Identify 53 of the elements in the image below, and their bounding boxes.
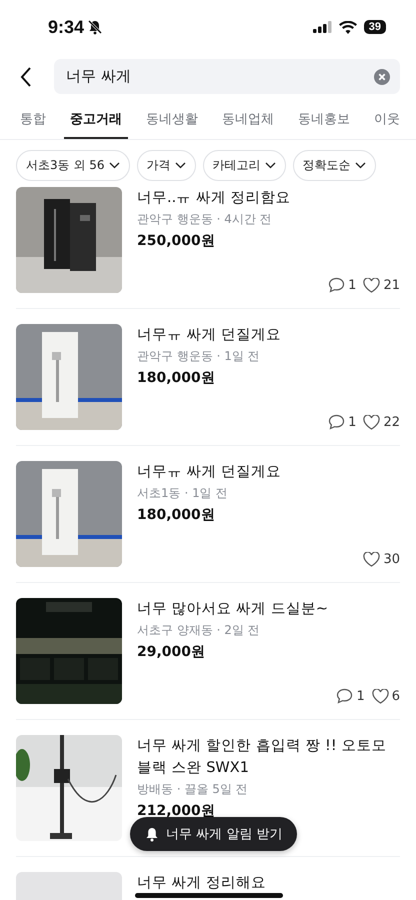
listing-title[interactable]: 너무 싸게 할인한 흡입력 짱 !! 오토모 블랙 스완 SWX1 xyxy=(137,735,400,779)
tab[interactable]: 이웃 xyxy=(368,102,406,139)
listing-title[interactable]: 너무ㅠ 싸게 던질게요 xyxy=(137,461,282,483)
comment-count: 1 xyxy=(348,278,356,292)
signal-icon xyxy=(312,21,332,33)
tab[interactable]: 동네생활 xyxy=(140,102,204,139)
search-field[interactable]: 너무 싸게 xyxy=(54,59,400,94)
heart-icon xyxy=(372,688,389,704)
tab[interactable]: 중고거래 xyxy=(64,102,128,139)
chevron-down-icon xyxy=(108,162,120,169)
comment-count: 1 xyxy=(356,688,365,704)
listing-price: 180,000원 xyxy=(137,506,215,525)
heart-icon xyxy=(363,278,380,292)
listing-meta: 관악구 행운동 · 1일 전 xyxy=(137,348,260,365)
chat-bubble-icon xyxy=(336,688,354,704)
heart-icon xyxy=(363,414,380,430)
filter-chip[interactable]: 정확도순 xyxy=(292,150,376,181)
like-count: 22 xyxy=(383,414,400,430)
like-count: 6 xyxy=(392,688,400,704)
listing-meta: 서초구 양재동 · 2일 전 xyxy=(137,622,260,639)
chevron-down-icon xyxy=(354,162,366,169)
alert-button[interactable]: 너무 싸게 알림 받기 xyxy=(130,817,298,851)
filter-chip[interactable]: 서초3동 외 56 xyxy=(16,150,130,181)
chat-bubble-icon xyxy=(328,414,346,430)
listing-price: 29,000원 xyxy=(137,643,206,662)
listing-meta: 관악구 행운동 · 4시간 전 xyxy=(137,211,272,228)
comment-count: 1 xyxy=(348,414,356,430)
listing-title[interactable]: 너무ㅠ 싸게 던질게요 xyxy=(137,324,282,346)
tab[interactable]: 통합 xyxy=(14,102,52,139)
listing-meta: 방배동 · 끌올 5일 전 xyxy=(137,781,248,798)
listing-title[interactable]: 너무 많아서요 싸게 드실분~ xyxy=(137,598,328,620)
chevron-down-icon xyxy=(264,162,276,169)
listing-price: 180,000원 xyxy=(137,369,215,388)
clear-icon[interactable] xyxy=(374,68,390,84)
chevron-down-icon xyxy=(174,162,186,169)
tab[interactable]: 동네업체 xyxy=(216,102,280,139)
bell-icon xyxy=(145,826,159,842)
listing-price: 250,000원 xyxy=(137,232,215,251)
chat-bubble-icon xyxy=(328,277,346,293)
back-icon[interactable] xyxy=(20,66,32,86)
bell-slash-icon xyxy=(87,19,104,35)
like-count: 30 xyxy=(383,552,400,567)
wifi-icon xyxy=(338,20,357,34)
tab[interactable]: 동네홍보 xyxy=(292,102,356,139)
listing-meta: 서초1동 · 1일 전 xyxy=(137,485,228,502)
filter-chip[interactable]: 가격 xyxy=(136,150,196,181)
like-count: 21 xyxy=(383,278,400,292)
listing-title[interactable]: 너무 싸게 정리해요 xyxy=(137,872,266,894)
listing-title[interactable]: 너무..ㅠ 싸게 정리함요 xyxy=(137,187,290,209)
status-time: 9:34 xyxy=(48,16,84,38)
battery-indicator: 39 xyxy=(364,20,386,34)
filter-chip[interactable]: 카테고리 xyxy=(202,150,286,181)
heart-icon xyxy=(363,552,380,567)
